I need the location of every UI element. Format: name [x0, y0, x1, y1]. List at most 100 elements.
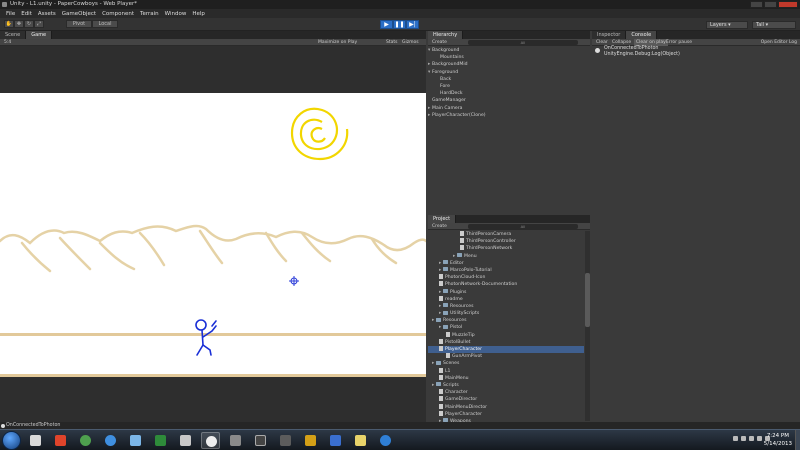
project-item[interactable]: PlayerCharacter	[428, 346, 584, 354]
project-item[interactable]: L1	[428, 367, 584, 375]
project-item[interactable]: MainMenuDirector	[428, 403, 584, 411]
taskbar-app-icon[interactable]	[126, 432, 145, 449]
taskbar-app-icon[interactable]	[251, 432, 270, 449]
console-clear-on-play-toggle[interactable]: Clear on play	[634, 39, 668, 46]
hierarchy-item[interactable]: Mountains	[428, 54, 590, 61]
project-item[interactable]: GunArmPivot	[428, 353, 584, 360]
project-item[interactable]: MuzzleTip	[428, 331, 584, 339]
project-item[interactable]: PhotonCloud-Icon	[428, 274, 584, 281]
gizmos-toggle[interactable]: Gizmos	[402, 39, 419, 46]
project-item[interactable]: GameDirector	[428, 396, 584, 403]
open-editor-log-button[interactable]: Open Editor Log	[761, 39, 797, 46]
volume-icon[interactable]	[757, 436, 762, 441]
hierarchy-search-input[interactable]: All	[468, 40, 578, 45]
menu-assets[interactable]: Assets	[35, 11, 59, 17]
project-item[interactable]: ▸ Resources	[428, 303, 584, 310]
project-item[interactable]: ▸ Plugins	[428, 289, 584, 296]
tab-scene[interactable]: Scene	[0, 31, 27, 39]
hierarchy-item[interactable]: Back	[428, 76, 590, 83]
taskbar-app-icon[interactable]	[301, 432, 320, 449]
taskbar-app-icon[interactable]	[326, 432, 345, 449]
tab-inspector[interactable]: Inspector	[592, 31, 627, 39]
menu-help[interactable]: Help	[189, 11, 208, 17]
hierarchy-item[interactable]: ▾ Foreground	[428, 69, 590, 76]
project-search-input[interactable]: All	[468, 224, 578, 229]
taskbar-app-icon[interactable]	[176, 432, 195, 449]
console-clear-button[interactable]: Clear	[596, 39, 608, 46]
taskbar-app-icon[interactable]	[101, 432, 120, 449]
menu-component[interactable]: Component	[99, 11, 137, 17]
scale-tool-button[interactable]: ⤢	[34, 20, 44, 28]
hierarchy-item[interactable]: HardDeck	[428, 90, 590, 97]
project-item[interactable]: readme	[428, 295, 584, 303]
project-item[interactable]: PlayerCharacter	[428, 410, 584, 418]
project-item[interactable]: Character	[428, 389, 584, 396]
project-item[interactable]: ▸ Scripts	[428, 382, 584, 389]
project-item[interactable]: ▸ Resources	[428, 317, 584, 324]
show-desktop-button[interactable]	[795, 430, 800, 450]
tab-game[interactable]: Game	[26, 31, 53, 39]
unity-taskbar-icon[interactable]	[201, 432, 220, 449]
taskbar-app-icon[interactable]	[151, 432, 170, 449]
move-tool-button[interactable]: ✥	[14, 20, 24, 28]
console-log-entry[interactable]: OnConnectedToPhoton UnityEngine.Debug:Lo…	[592, 46, 800, 60]
project-item[interactable]: ▸ MarcoPolo-Tutorial	[428, 267, 584, 274]
console-collapse-toggle[interactable]: Collapse	[612, 39, 631, 46]
project-item[interactable]: PhotonNetwork-Documentation	[428, 281, 584, 288]
step-button[interactable]: ▶|	[406, 20, 419, 29]
rotate-tool-button[interactable]: ↻	[24, 20, 34, 28]
maximize-button[interactable]	[764, 1, 777, 8]
aspect-dropdown[interactable]: 5:4	[4, 39, 11, 46]
project-item[interactable]: ▸ UtilityScripts	[428, 310, 584, 317]
tab-project[interactable]: Project	[428, 215, 457, 223]
tab-console[interactable]: Console	[626, 31, 658, 39]
project-item[interactable]: ▸ Menu	[428, 253, 584, 260]
hierarchy-item[interactable]: ▸ BackgroundMid	[428, 61, 590, 68]
console-error-pause-toggle[interactable]: Error pause	[666, 39, 692, 46]
taskbar-clock[interactable]: 7:24 PM 5/14/2013	[764, 432, 792, 448]
project-item[interactable]: ▸ Scenes	[428, 360, 584, 367]
play-button[interactable]: ▶	[380, 20, 393, 29]
stats-toggle[interactable]: Stats	[386, 39, 398, 46]
game-viewport[interactable]	[0, 93, 428, 377]
pivot-toggle[interactable]: Pivot	[66, 20, 92, 28]
project-item[interactable]: MainMenu	[428, 374, 584, 382]
tray-icon[interactable]	[733, 436, 738, 441]
taskbar-app-icon[interactable]	[276, 432, 295, 449]
taskbar-app-icon[interactable]	[51, 432, 70, 449]
menu-file[interactable]: File	[3, 11, 18, 17]
hierarchy-create-button[interactable]: Create	[432, 39, 447, 46]
taskbar-app-icon[interactable]	[26, 432, 45, 449]
project-scrollbar[interactable]	[585, 231, 590, 421]
status-bar[interactable]: OnConnectedToPhoton	[0, 422, 800, 429]
hierarchy-item[interactable]: ▸ Main Camera	[428, 105, 590, 112]
pause-button[interactable]: ❚❚	[393, 20, 406, 29]
minimize-button[interactable]	[750, 1, 763, 8]
menu-window[interactable]: Window	[162, 11, 190, 17]
taskbar-app-icon[interactable]	[351, 432, 370, 449]
hierarchy-item[interactable]: Fore	[428, 83, 590, 90]
hierarchy-item[interactable]: ▸ PlayerCharacter(Clone)	[428, 112, 590, 119]
hierarchy-item[interactable]: ▾ Background	[428, 47, 590, 54]
menu-edit[interactable]: Edit	[18, 11, 35, 17]
taskbar-app-icon[interactable]	[376, 432, 395, 449]
local-toggle[interactable]: Local	[92, 20, 118, 28]
project-create-button[interactable]: Create	[432, 223, 447, 230]
project-item[interactable]: ThirdPersonController	[428, 238, 584, 245]
project-item[interactable]: PistolBullet	[428, 338, 584, 346]
menu-terrain[interactable]: Terrain	[137, 11, 162, 17]
taskbar-app-icon[interactable]	[76, 432, 95, 449]
tray-icon[interactable]	[741, 436, 746, 441]
project-item[interactable]: ▸ Pistol	[428, 324, 584, 331]
network-icon[interactable]	[749, 436, 754, 441]
project-item[interactable]: ▸ Editor	[428, 260, 584, 267]
close-button[interactable]	[778, 1, 798, 8]
layout-dropdown[interactable]: Tall ▾	[752, 21, 796, 29]
taskbar-app-icon[interactable]	[226, 432, 245, 449]
maximize-on-play-toggle[interactable]: Maximize on Play	[318, 39, 357, 46]
layers-dropdown[interactable]: Layers ▾	[706, 21, 748, 29]
project-scroll-thumb[interactable]	[585, 273, 590, 327]
hierarchy-item[interactable]: GameManager	[428, 97, 590, 104]
start-button[interactable]	[2, 431, 21, 450]
hand-tool-button[interactable]: ✋	[4, 20, 14, 28]
